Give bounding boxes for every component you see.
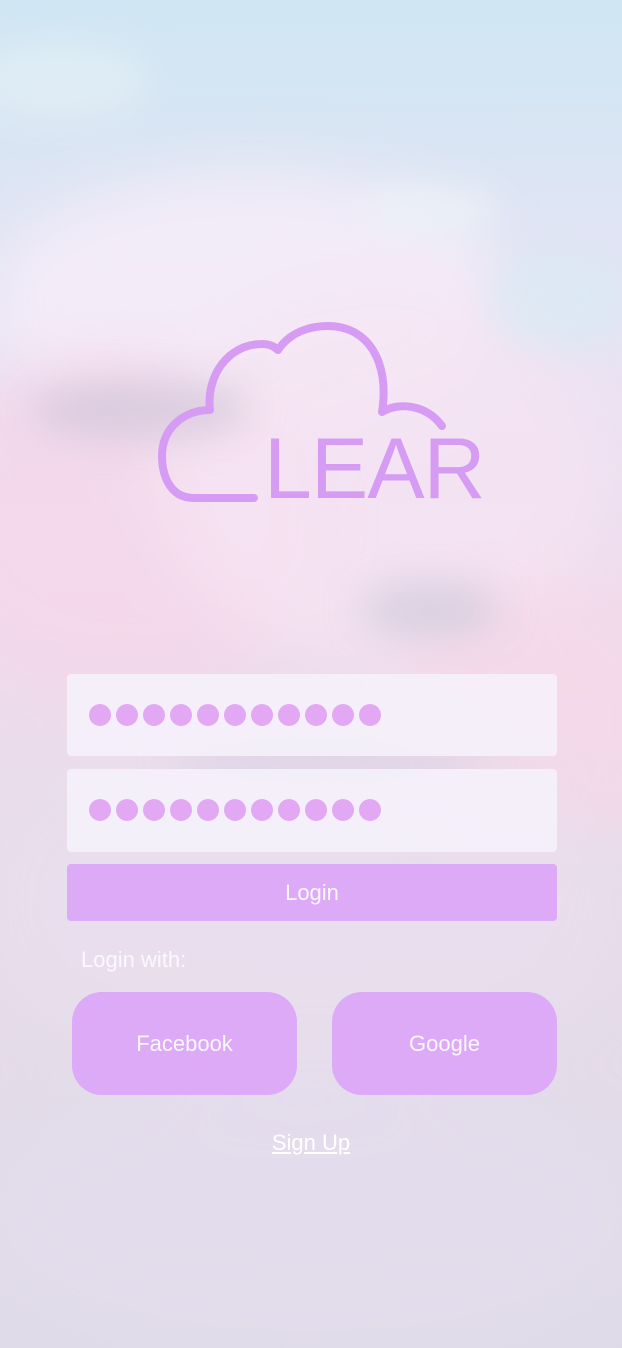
masked-char-dot xyxy=(116,703,138,726)
masked-password-value xyxy=(89,799,386,822)
masked-char-dot xyxy=(224,799,246,822)
masked-char-dot xyxy=(197,799,219,822)
masked-char-dot xyxy=(332,703,354,726)
login-screen: LEAR Login Login with: Facebook Google S… xyxy=(0,0,622,1348)
masked-email-value xyxy=(89,703,386,726)
masked-char-dot xyxy=(224,703,246,726)
masked-char-dot xyxy=(143,799,165,822)
email-field[interactable] xyxy=(67,674,557,756)
masked-char-dot xyxy=(89,703,111,726)
sign-up-link[interactable]: Sign Up xyxy=(0,1130,622,1156)
masked-char-dot xyxy=(143,703,165,726)
masked-char-dot xyxy=(116,799,138,822)
masked-char-dot xyxy=(305,703,327,726)
login-button[interactable]: Login xyxy=(67,864,557,921)
masked-char-dot xyxy=(359,799,381,822)
logo-wordmark: LEAR xyxy=(264,421,486,517)
facebook-login-button[interactable]: Facebook xyxy=(72,992,297,1095)
google-login-button[interactable]: Google xyxy=(332,992,557,1095)
masked-char-dot xyxy=(359,703,381,726)
masked-char-dot xyxy=(278,703,300,726)
masked-char-dot xyxy=(332,799,354,822)
masked-char-dot xyxy=(170,799,192,822)
masked-char-dot xyxy=(251,799,273,822)
password-field[interactable] xyxy=(67,769,557,852)
masked-char-dot xyxy=(170,703,192,726)
masked-char-dot xyxy=(89,799,111,822)
masked-char-dot xyxy=(251,703,273,726)
login-with-label: Login with: xyxy=(81,947,187,972)
masked-char-dot xyxy=(197,703,219,726)
masked-char-dot xyxy=(305,799,327,822)
masked-char-dot xyxy=(278,799,300,822)
